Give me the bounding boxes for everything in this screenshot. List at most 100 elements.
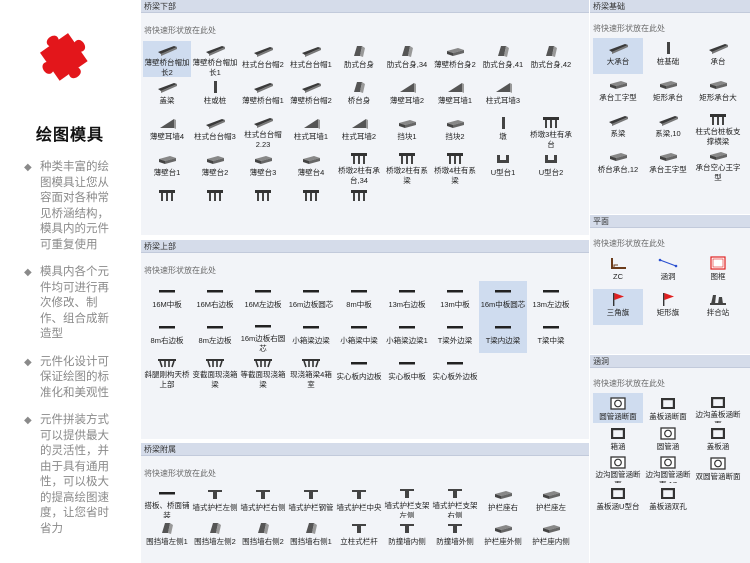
shape-item[interactable]: 柱式耳墙3 (479, 77, 527, 113)
shape-item[interactable]: 薄壁台4 (287, 149, 335, 185)
shape-item[interactable]: 围挡墙右侧1 (287, 518, 335, 552)
shape-item[interactable]: 矩形旗 (643, 289, 693, 325)
panel-title[interactable]: 桥梁基础 (590, 0, 750, 13)
shape-item[interactable]: 搭板、桥面铺装 (143, 484, 191, 518)
shape-item[interactable]: 柱式台台帽1 (287, 41, 335, 77)
shape-item[interactable]: 护栏座右 (479, 484, 527, 518)
shape-item[interactable]: 承台 (693, 38, 743, 74)
shape-item[interactable]: 肋式台身 (335, 41, 383, 77)
shape-item[interactable]: 柱式台台帽2.23 (239, 113, 287, 149)
shape-item[interactable]: 挡块1 (383, 113, 431, 149)
shape-item[interactable]: 桥台身 (335, 77, 383, 113)
shape-item[interactable]: 薄壁桥台身2 (431, 41, 479, 77)
shape-item[interactable]: ZC (593, 253, 643, 289)
shape-item[interactable]: T梁中梁 (527, 317, 575, 353)
shape-item[interactable]: 16m边板圆芯 (287, 281, 335, 317)
shape-item[interactable]: 薄壁桥台帽加长2 (143, 41, 191, 77)
shape-item[interactable]: 16M中板 (143, 281, 191, 317)
shape-item[interactable]: 墙式护栏支架左侧 (383, 484, 431, 518)
shape-item[interactable]: 16m中板圆芯 (479, 281, 527, 317)
shape-item[interactable]: 薄壁桥台帽加长1 (191, 41, 239, 77)
shape-item[interactable]: 承台工字型 (593, 74, 643, 110)
shape-item[interactable]: 柱或桩 (191, 77, 239, 113)
shape-item[interactable]: 围挡墙左侧1 (143, 518, 191, 552)
shape-item[interactable]: 三角旗 (593, 289, 643, 325)
shape-item[interactable]: 边沟圆管涵断面 (593, 453, 643, 483)
shape-item[interactable]: 承台王字型 (643, 146, 693, 182)
shape-item[interactable]: 矩形承台大 (693, 74, 743, 110)
shape-item[interactable]: 系梁 (593, 110, 643, 146)
shape-item[interactable]: 桥墩4柱有系梁 (431, 149, 479, 185)
shape-item[interactable]: 变截面现浇箱梁 (191, 353, 239, 389)
shape-item[interactable]: U型台1 (479, 149, 527, 185)
shape-item[interactable]: 圆管涵断面 (593, 393, 643, 423)
shape-item[interactable]: 16M左边板 (239, 281, 287, 317)
shape-item[interactable]: 16M右边板 (191, 281, 239, 317)
shape-item[interactable]: 边沟盖板涵断面 (693, 393, 743, 423)
shape-item[interactable]: 围挡墙右侧2 (239, 518, 287, 552)
shape-item[interactable]: U型台2 (527, 149, 575, 185)
shape-item[interactable]: 墙式护栏支架右侧 (431, 484, 479, 518)
shape-item[interactable]: 柱式台台帽2 (239, 41, 287, 77)
panel-title[interactable]: 涵洞 (590, 355, 750, 368)
shape-item[interactable]: 13m右边板 (383, 281, 431, 317)
shape-item[interactable]: 13m左边板 (527, 281, 575, 317)
shape-item[interactable]: 盖板涵双孔 (643, 483, 693, 513)
shape-item[interactable]: 斜腿刚构天桥上部 (143, 353, 191, 389)
shape-item[interactable]: 围挡墙左侧2 (191, 518, 239, 552)
shape-item[interactable] (527, 77, 575, 113)
shape-item[interactable] (143, 185, 191, 221)
shape-item[interactable]: 护栏座内侧 (527, 518, 575, 552)
shape-item[interactable]: 小箱梁中梁 (335, 317, 383, 353)
shape-item[interactable]: 现浇箱梁4箱室 (287, 353, 335, 389)
shape-item[interactable]: 薄壁耳墙4 (143, 113, 191, 149)
shape-item[interactable]: 盖板涵断面 (643, 393, 693, 423)
shape-item[interactable]: 涵洞 (643, 253, 693, 289)
shape-item[interactable]: 桩基础 (643, 38, 693, 74)
shape-item[interactable]: 系梁,10 (643, 110, 693, 146)
shape-item[interactable]: 圆管涵 (643, 423, 693, 453)
panel-title[interactable]: 桥梁附属 (141, 443, 589, 456)
shape-item[interactable]: T梁内边梁 (479, 317, 527, 353)
panel-title[interactable]: 桥梁下部 (141, 0, 589, 13)
shape-item[interactable]: 边沟圆管涵断面,17 (643, 453, 693, 483)
shape-item[interactable]: 肋式台身,34 (383, 41, 431, 77)
shape-item[interactable]: 肋式台身,41 (479, 41, 527, 77)
shape-item[interactable]: 防撞墙外侧 (431, 518, 479, 552)
shape-item[interactable]: 薄壁桥台帽2 (287, 77, 335, 113)
shape-item[interactable]: 小箱梁边梁 (287, 317, 335, 353)
shape-item[interactable]: 8m右边板 (143, 317, 191, 353)
shape-item[interactable]: 拌合站 (693, 289, 743, 325)
shape-item[interactable]: 等截面现浇箱梁 (239, 353, 287, 389)
shape-item[interactable]: 小箱梁边梁1 (383, 317, 431, 353)
shape-item[interactable]: 16m边板右圆芯 (239, 317, 287, 353)
shape-item[interactable]: 挡块2 (431, 113, 479, 149)
shape-item[interactable]: 墙式护栏右侧 (239, 484, 287, 518)
shape-item[interactable]: 盖梁 (143, 77, 191, 113)
shape-item[interactable]: 立柱式栏杆 (335, 518, 383, 552)
shape-item[interactable] (191, 185, 239, 221)
shape-item[interactable]: 箱涵 (593, 423, 643, 453)
shape-item[interactable]: 实心板内边板 (335, 353, 383, 389)
shape-item[interactable]: 承台空心王字型 (693, 146, 743, 182)
panel-title[interactable]: 桥梁上部 (141, 240, 589, 253)
shape-item[interactable]: 薄壁台3 (239, 149, 287, 185)
shape-item[interactable]: 桥墩2柱有承台,34 (335, 149, 383, 185)
shape-item[interactable]: 肋式台身,42 (527, 41, 575, 77)
shape-item[interactable]: 墙式护栏钢管 (287, 484, 335, 518)
shape-item[interactable]: 防撞墙内侧 (383, 518, 431, 552)
shape-item[interactable]: 桥墩3柱有承台 (527, 113, 575, 149)
shape-item[interactable]: 墩 (479, 113, 527, 149)
shape-item[interactable]: 桥台承台,12 (593, 146, 643, 182)
shape-item[interactable]: 8m左边板 (191, 317, 239, 353)
shape-item[interactable]: 墙式护栏中央 (335, 484, 383, 518)
shape-item[interactable]: 桥墩2柱有系梁 (383, 149, 431, 185)
shape-item[interactable]: 盖板涵 (693, 423, 743, 453)
shape-item[interactable]: 柱式耳墙2 (335, 113, 383, 149)
shape-item[interactable]: T梁外边梁 (431, 317, 479, 353)
shape-item[interactable]: 薄壁台1 (143, 149, 191, 185)
shape-item[interactable]: 大承台 (593, 38, 643, 74)
shape-item[interactable]: 实心板中板 (383, 353, 431, 389)
shape-item[interactable]: 图框 (693, 253, 743, 289)
shape-item[interactable]: 柱式台台帽3 (191, 113, 239, 149)
